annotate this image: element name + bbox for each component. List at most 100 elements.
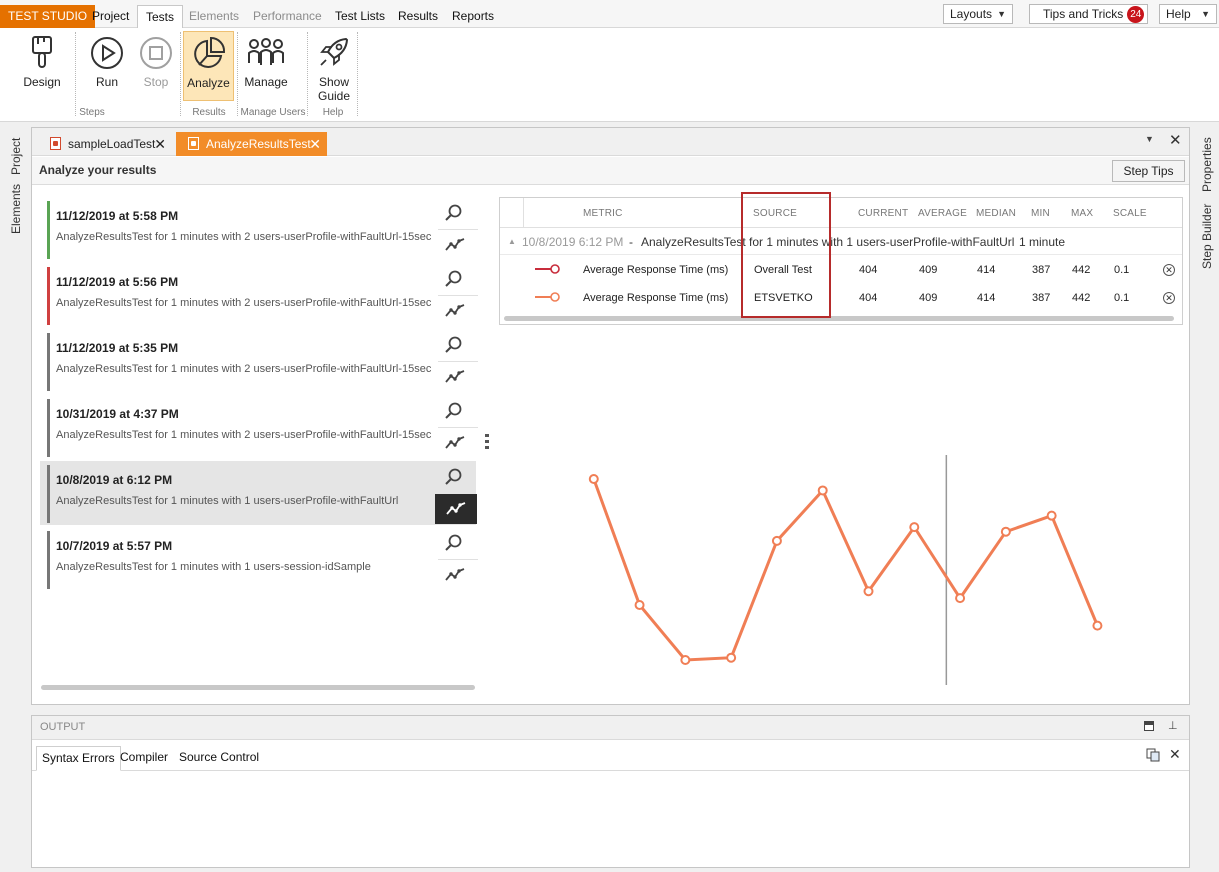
metric-scale: 0.1 — [1114, 264, 1130, 276]
doc-tab-analyzeresultstest[interactable]: AnalyzeResultsTest ✕ — [176, 132, 327, 156]
magnifier-icon[interactable] — [444, 533, 464, 556]
design-label: Design — [23, 75, 61, 89]
menu-tab-performance[interactable]: Performance — [245, 5, 330, 28]
data-point — [771, 535, 782, 546]
analyze-label: Analyze — [187, 76, 230, 90]
metric-min: 387 — [1032, 292, 1051, 304]
show-guide-button[interactable]: Show Guide — [310, 31, 358, 107]
result-item[interactable]: 10/31/2019 at 4:37 PM AnalyzeResultsTest… — [40, 395, 478, 459]
result-item[interactable]: 10/7/2019 at 5:57 PM AnalyzeResultsTest … — [40, 527, 478, 591]
tab-source-control[interactable]: Source Control — [174, 746, 264, 771]
menu-tab-results[interactable]: Results — [390, 5, 446, 28]
trend-icon[interactable] — [440, 230, 470, 260]
data-point — [863, 586, 874, 597]
status-bar — [47, 201, 50, 259]
restore-window-icon[interactable] — [1144, 721, 1154, 731]
close-document-icon[interactable]: ✕ — [1169, 131, 1182, 149]
result-item[interactable]: 11/12/2019 at 5:56 PM AnalyzeResultsTest… — [40, 263, 478, 327]
analyze-button[interactable]: Analyze — [183, 31, 234, 101]
rail-tab-elements[interactable]: Elements — [9, 184, 23, 234]
show-guide-label-1: Show — [318, 75, 350, 89]
menu-bar: TEST STUDIO Project Tests Elements Perfo… — [0, 0, 1219, 28]
col-metric[interactable]: METRIC — [583, 208, 623, 219]
col-median[interactable]: MEDIAN — [976, 208, 1016, 219]
doc-tab-label: AnalyzeResultsTest — [206, 137, 311, 151]
help-dropdown[interactable]: Help ▼ — [1159, 4, 1217, 24]
menu-tab-tests[interactable]: Tests — [137, 5, 184, 28]
magnifier-icon[interactable] — [444, 467, 464, 490]
group-label-results: Results — [192, 107, 226, 118]
menu-tab-reports[interactable]: Reports — [444, 5, 502, 28]
series-line — [592, 478, 1099, 662]
app-brand[interactable]: TEST STUDIO — [0, 5, 96, 28]
ribbon-separator — [357, 32, 358, 116]
stop-button[interactable]: Stop — [131, 31, 181, 101]
result-group-row[interactable]: ▲ 10/8/2019 6:12 PM - AnalyzeResultsTest… — [500, 229, 1182, 255]
result-list-scrollbar[interactable] — [41, 685, 475, 690]
close-icon[interactable]: ✕ — [154, 132, 166, 156]
magnifier-icon[interactable] — [444, 335, 464, 358]
remove-series-icon[interactable]: ✕ — [1163, 292, 1175, 304]
collapse-icon[interactable]: ▲ — [508, 237, 516, 246]
rail-tab-project[interactable]: Project — [9, 138, 23, 175]
metric-grid: METRIC SOURCE CURRENT AVERAGE MEDIAN MIN… — [499, 197, 1183, 325]
trend-icon[interactable] — [440, 296, 470, 326]
step-tips-button[interactable]: Step Tips — [1112, 160, 1185, 182]
grid-horizontal-scrollbar[interactable] — [504, 316, 1174, 321]
trend-icon[interactable] — [440, 362, 470, 392]
col-min[interactable]: MIN — [1031, 208, 1050, 219]
trend-icon[interactable] — [440, 428, 470, 458]
stop-label: Stop — [143, 75, 169, 89]
col-current[interactable]: CURRENT — [858, 208, 908, 219]
output-panel: OUTPUT ⊥ Syntax Errors Compiler Source C… — [31, 715, 1190, 868]
page-title: Analyze your results — [39, 163, 157, 177]
magnifier-icon[interactable] — [444, 203, 464, 226]
metric-name: Average Response Time (ms) — [583, 264, 729, 276]
design-button[interactable]: Design — [16, 31, 68, 101]
copy-icon[interactable] — [1146, 748, 1160, 762]
metric-scale: 0.1 — [1114, 292, 1130, 304]
metric-row[interactable]: Average Response Time (ms) Overall Test … — [500, 256, 1182, 284]
pie-chart-icon — [193, 36, 225, 68]
group-label-manage-users: Manage Users — [240, 107, 306, 118]
source-column-highlight — [741, 192, 831, 318]
data-point — [955, 593, 966, 604]
tab-syntax-errors[interactable]: Syntax Errors — [36, 746, 121, 771]
doc-tab-sampleloadtest[interactable]: sampleLoadTest ✕ — [38, 132, 172, 156]
remove-series-icon[interactable]: ✕ — [1163, 264, 1175, 276]
ribbon-separator — [307, 32, 308, 116]
manage-button[interactable]: Manage — [240, 31, 292, 101]
metric-average: 409 — [919, 292, 938, 304]
col-average[interactable]: AVERAGE — [918, 208, 967, 219]
result-item[interactable]: 11/12/2019 at 5:58 PM AnalyzeResultsTest… — [40, 197, 478, 261]
tab-list-dropdown-icon[interactable]: ▼ — [1145, 134, 1154, 144]
output-title: OUTPUT — [40, 721, 86, 733]
rail-tab-step-builder[interactable]: Step Builder — [1200, 204, 1214, 269]
close-output-icon[interactable]: ✕ — [1169, 746, 1181, 763]
tips-and-tricks-button[interactable]: Tips and Tricks 24 — [1029, 4, 1148, 24]
trend-icon[interactable] — [440, 560, 470, 590]
stop-icon — [140, 37, 172, 69]
menu-tab-elements[interactable]: Elements — [181, 5, 247, 28]
magnifier-icon[interactable] — [444, 401, 464, 424]
run-button[interactable]: Run — [82, 31, 132, 101]
menu-tab-test-lists[interactable]: Test Lists — [327, 5, 393, 28]
data-point — [680, 655, 691, 665]
metric-row[interactable]: Average Response Time (ms) ETSVETKO 404 … — [500, 284, 1182, 312]
response-time-chart: 010203040506070 — [588, 455, 1103, 685]
status-bar — [47, 399, 50, 457]
menu-tab-project[interactable]: Project — [84, 5, 137, 28]
splitter-grip[interactable] — [485, 434, 489, 452]
tab-compiler[interactable]: Compiler — [115, 746, 173, 771]
result-item-selected[interactable]: 10/8/2019 at 6:12 PM AnalyzeResultsTest … — [40, 461, 483, 525]
rail-tab-properties[interactable]: Properties — [1200, 137, 1214, 192]
left-rail: Project Elements — [0, 127, 26, 872]
magnifier-icon[interactable] — [444, 269, 464, 292]
result-item[interactable]: 11/12/2019 at 5:35 PM AnalyzeResultsTest… — [40, 329, 478, 393]
pin-icon[interactable]: ⊥ — [1168, 719, 1178, 732]
col-max[interactable]: MAX — [1071, 208, 1093, 219]
trend-icon[interactable] — [435, 494, 483, 524]
col-scale[interactable]: SCALE — [1113, 208, 1147, 219]
close-icon[interactable]: ✕ — [309, 132, 321, 156]
layouts-dropdown[interactable]: Layouts ▼ — [943, 4, 1013, 24]
